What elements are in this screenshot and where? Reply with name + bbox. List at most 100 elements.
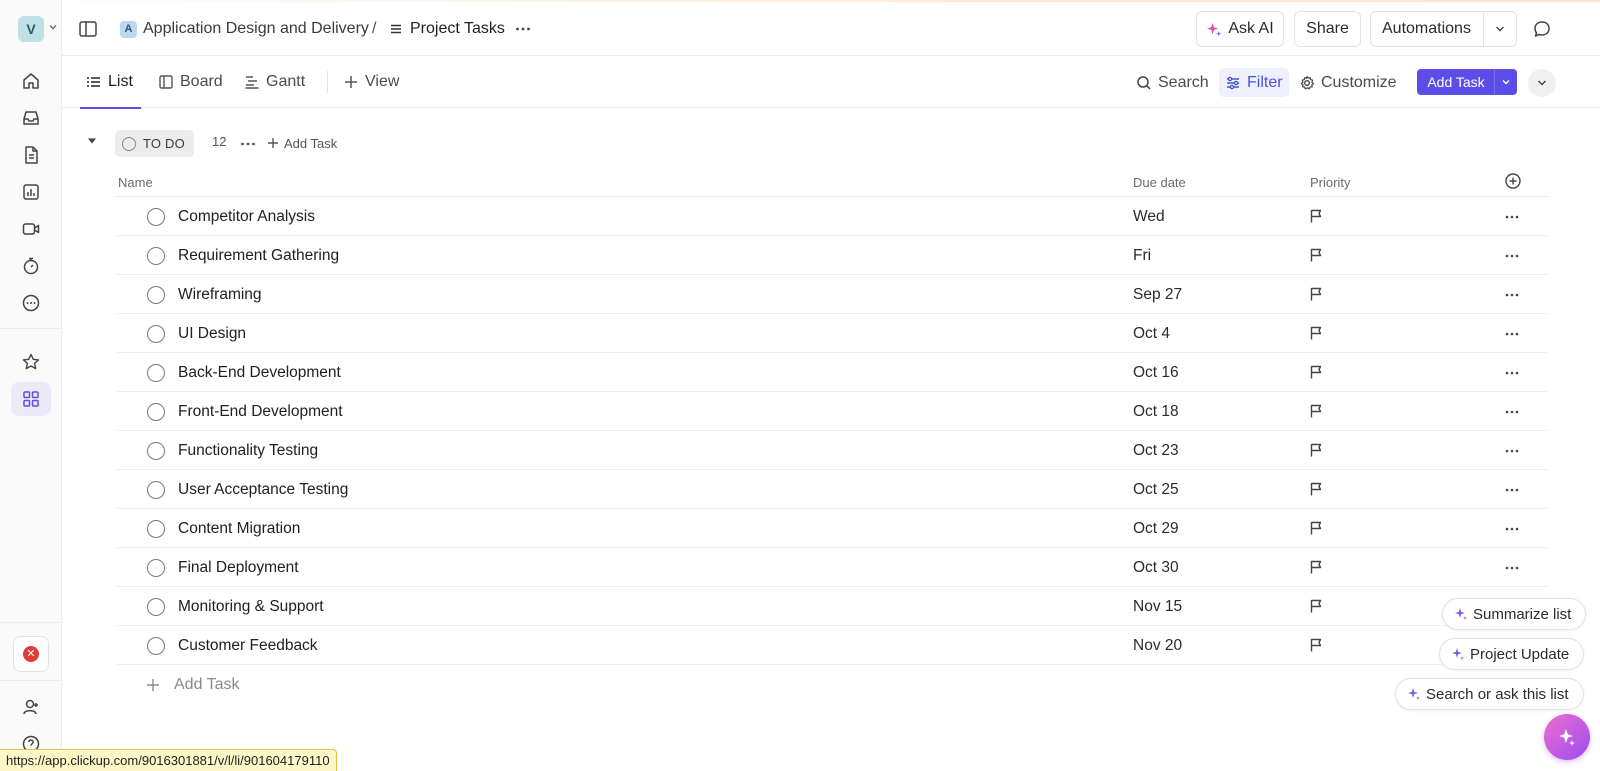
ai-assistant-fab[interactable] — [1544, 714, 1590, 760]
table-row[interactable]: Final Deployment Oct 30 — [116, 548, 1548, 587]
task-due-date[interactable]: Wed — [1133, 208, 1165, 226]
list-options-dots-icon[interactable] — [514, 20, 532, 38]
project-update-chip[interactable]: Project Update — [1439, 638, 1585, 670]
row-options-dots-icon[interactable] — [1504, 443, 1520, 459]
task-status-checkbox[interactable] — [147, 442, 165, 460]
task-status-checkbox[interactable] — [147, 286, 165, 304]
task-name[interactable]: Content Migration — [178, 520, 300, 538]
task-due-date[interactable]: Fri — [1133, 247, 1151, 265]
task-status-checkbox[interactable] — [147, 364, 165, 382]
task-name[interactable]: Customer Feedback — [178, 637, 318, 655]
table-row[interactable]: Competitor Analysis Wed — [116, 197, 1548, 236]
priority-flag-icon[interactable] — [1308, 286, 1324, 302]
task-status-checkbox[interactable] — [147, 637, 165, 655]
add-view-button[interactable]: View — [343, 56, 399, 108]
docs-icon[interactable] — [11, 138, 51, 172]
add-column-plus-icon[interactable] — [1504, 172, 1522, 190]
search-ask-list-chip[interactable]: Search or ask this list — [1395, 678, 1584, 710]
task-due-date[interactable]: Nov 15 — [1133, 598, 1182, 616]
dashboards-icon[interactable] — [11, 175, 51, 209]
ask-ai-button[interactable]: Ask AI — [1196, 11, 1284, 47]
task-name[interactable]: Final Deployment — [178, 559, 299, 577]
task-name[interactable]: Competitor Analysis — [178, 208, 315, 226]
row-options-dots-icon[interactable] — [1504, 404, 1520, 420]
task-due-date[interactable]: Oct 29 — [1133, 520, 1179, 538]
task-due-date[interactable]: Oct 23 — [1133, 442, 1179, 460]
task-status-checkbox[interactable] — [147, 247, 165, 265]
priority-flag-icon[interactable] — [1308, 325, 1324, 341]
row-options-dots-icon[interactable] — [1504, 482, 1520, 498]
toolbar-collapse-button[interactable] — [1528, 69, 1556, 97]
task-name[interactable]: Functionality Testing — [178, 442, 318, 460]
search-button[interactable]: Search — [1136, 68, 1209, 97]
task-name[interactable]: Back-End Development — [178, 364, 341, 382]
automations-dropdown[interactable] — [1483, 12, 1516, 46]
clips-video-icon[interactable] — [11, 212, 51, 246]
priority-flag-icon[interactable] — [1308, 247, 1324, 263]
priority-flag-icon[interactable] — [1308, 559, 1324, 575]
task-name[interactable]: Requirement Gathering — [178, 247, 339, 265]
table-row[interactable]: User Acceptance Testing Oct 25 — [116, 470, 1548, 509]
column-header-priority[interactable]: Priority — [1310, 175, 1350, 190]
task-name[interactable]: Monitoring & Support — [178, 598, 324, 616]
customize-button[interactable]: Customize — [1299, 68, 1397, 97]
group-add-task-button[interactable]: Add Task — [267, 132, 337, 154]
tab-list[interactable]: List — [80, 56, 141, 109]
task-due-date[interactable]: Oct 25 — [1133, 481, 1179, 499]
group-options-dots-icon[interactable] — [239, 135, 257, 153]
group-collapse-caret-icon[interactable] — [86, 135, 98, 147]
invite-user-icon[interactable] — [11, 690, 51, 724]
breadcrumb-space[interactable]: A Application Design and Delivery — [120, 2, 369, 56]
row-options-dots-icon[interactable] — [1504, 209, 1520, 225]
add-task-dropdown[interactable] — [1494, 69, 1517, 95]
priority-flag-icon[interactable] — [1308, 403, 1324, 419]
task-status-checkbox[interactable] — [147, 481, 165, 499]
column-header-due-date[interactable]: Due date — [1133, 175, 1186, 190]
task-status-checkbox[interactable] — [147, 208, 165, 226]
chevron-down-icon[interactable] — [47, 21, 59, 33]
priority-flag-icon[interactable] — [1308, 637, 1324, 653]
table-row[interactable]: Front-End Development Oct 18 — [116, 392, 1548, 431]
table-row[interactable]: Wireframing Sep 27 — [116, 275, 1548, 314]
more-icon[interactable] — [11, 286, 51, 320]
priority-flag-icon[interactable] — [1308, 208, 1324, 224]
priority-flag-icon[interactable] — [1308, 520, 1324, 536]
task-status-checkbox[interactable] — [147, 325, 165, 343]
chat-bubble-icon[interactable] — [1532, 19, 1552, 39]
row-options-dots-icon[interactable] — [1504, 287, 1520, 303]
task-status-checkbox[interactable] — [147, 598, 165, 616]
filter-button[interactable]: Filter — [1219, 68, 1289, 97]
inbox-icon[interactable] — [11, 101, 51, 135]
share-button[interactable]: Share — [1294, 11, 1361, 47]
task-status-checkbox[interactable] — [147, 403, 165, 421]
breadcrumb-list[interactable]: Project Tasks — [389, 2, 505, 56]
tab-gantt[interactable]: Gantt — [244, 56, 305, 108]
spaces-grid-icon[interactable] — [11, 382, 51, 416]
task-due-date[interactable]: Sep 27 — [1133, 286, 1182, 304]
row-options-dots-icon[interactable] — [1504, 560, 1520, 576]
row-options-dots-icon[interactable] — [1504, 248, 1520, 264]
task-status-checkbox[interactable] — [147, 559, 165, 577]
error-status-button[interactable]: ✕ — [13, 636, 49, 672]
table-row[interactable]: Content Migration Oct 29 — [116, 509, 1548, 548]
workspace-avatar[interactable]: V — [18, 16, 44, 42]
column-header-name[interactable]: Name — [118, 175, 153, 190]
table-row[interactable]: Functionality Testing Oct 23 — [116, 431, 1548, 470]
add-task-row-button[interactable]: Add Task — [146, 674, 240, 696]
priority-flag-icon[interactable] — [1308, 481, 1324, 497]
automations-button[interactable]: Automations — [1370, 11, 1517, 47]
row-options-dots-icon[interactable] — [1504, 365, 1520, 381]
table-row[interactable]: Customer Feedback Nov 20 — [116, 626, 1548, 665]
priority-flag-icon[interactable] — [1308, 364, 1324, 380]
task-due-date[interactable]: Nov 20 — [1133, 637, 1182, 655]
priority-flag-icon[interactable] — [1308, 442, 1324, 458]
task-name[interactable]: User Acceptance Testing — [178, 481, 348, 499]
tab-board[interactable]: Board — [158, 56, 223, 108]
task-name[interactable]: UI Design — [178, 325, 246, 343]
task-name[interactable]: Front-End Development — [178, 403, 343, 421]
row-options-dots-icon[interactable] — [1504, 326, 1520, 342]
task-due-date[interactable]: Oct 16 — [1133, 364, 1179, 382]
sidebar-toggle-icon[interactable] — [78, 19, 98, 39]
add-task-button[interactable]: Add Task — [1417, 69, 1495, 95]
task-due-date[interactable]: Oct 18 — [1133, 403, 1179, 421]
